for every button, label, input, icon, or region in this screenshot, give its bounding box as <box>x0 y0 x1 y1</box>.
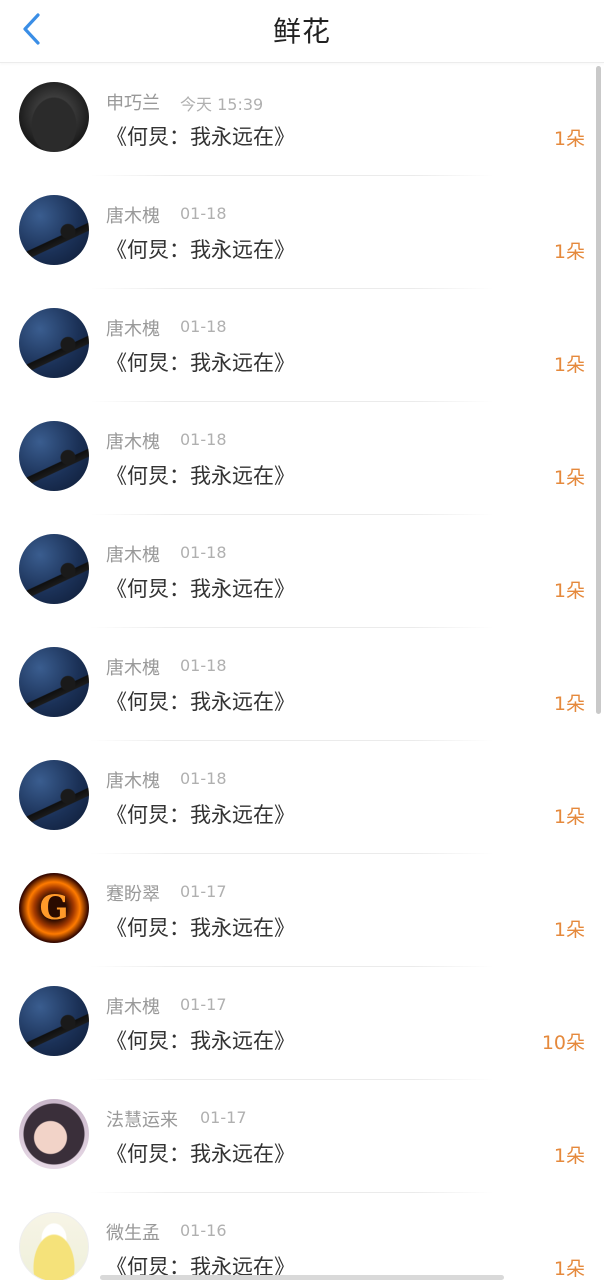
book-title: 《何炅：我永远在》 <box>106 1029 295 1053</box>
timestamp: 01-18 <box>180 769 227 788</box>
avatar[interactable] <box>19 1212 89 1280</box>
timestamp: 01-18 <box>180 656 227 675</box>
avatar[interactable] <box>19 82 89 152</box>
avatar[interactable] <box>19 195 89 265</box>
flower-count: 1朵 <box>553 1258 585 1280</box>
book-title: 《何炅：我永远在》 <box>106 916 295 940</box>
list-item[interactable]: 微生孟 01-16 《何炅：我永远在》 1朵 <box>0 1193 604 1280</box>
avatar[interactable]: G <box>19 873 89 943</box>
list-item[interactable]: 法慧运来 01-17 《何炅：我永远在》 1朵 <box>0 1080 604 1193</box>
timestamp: 01-18 <box>180 430 227 449</box>
list-item[interactable]: 唐木槐 01-18 《何炅：我永远在》 1朵 <box>0 515 604 628</box>
list-item[interactable]: 唐木槐 01-18 《何炅：我永远在》 1朵 <box>0 741 604 854</box>
avatar[interactable] <box>19 308 89 378</box>
user-name: 唐木槐 <box>106 206 160 227</box>
list-item[interactable]: 唐木槐 01-18 《何炅：我永远在》 1朵 <box>0 176 604 289</box>
timestamp: 01-18 <box>180 317 227 336</box>
list-item[interactable]: 唐木槐 01-18 《何炅：我永远在》 1朵 <box>0 628 604 741</box>
list-item[interactable]: 唐木槐 01-18 《何炅：我永远在》 1朵 <box>0 289 604 402</box>
flower-count: 1朵 <box>553 241 585 263</box>
timestamp: 01-16 <box>180 1221 227 1240</box>
book-title: 《何炅：我永远在》 <box>106 803 295 827</box>
book-title: 《何炅：我永远在》 <box>106 690 295 714</box>
scrollbar[interactable] <box>596 66 601 714</box>
book-title: 《何炅：我永远在》 <box>106 577 295 601</box>
user-name: 申巧兰 <box>106 93 160 114</box>
list-item[interactable]: G 蹇盼翠 01-17 《何炅：我永远在》 1朵 <box>0 854 604 967</box>
timestamp: 01-18 <box>180 543 227 562</box>
flower-count: 1朵 <box>553 693 585 715</box>
timestamp: 01-17 <box>180 995 227 1014</box>
avatar[interactable] <box>19 1099 89 1169</box>
list-item[interactable]: 唐木槐 01-18 《何炅：我永远在》 1朵 <box>0 402 604 515</box>
flower-count: 1朵 <box>553 806 585 828</box>
book-title: 《何炅：我永远在》 <box>106 351 295 375</box>
user-name: 唐木槐 <box>106 658 160 679</box>
user-name: 微生孟 <box>106 1223 160 1244</box>
user-name: 唐木槐 <box>106 319 160 340</box>
header-bar: 鲜花 <box>0 0 604 63</box>
avatar[interactable] <box>19 986 89 1056</box>
user-name: 唐木槐 <box>106 432 160 453</box>
timestamp: 今天 15:39 <box>180 95 264 114</box>
timestamp: 01-18 <box>180 204 227 223</box>
avatar[interactable] <box>19 647 89 717</box>
user-name: 唐木槐 <box>106 545 160 566</box>
user-name: 法慧运来 <box>106 1110 178 1131</box>
book-title: 《何炅：我永远在》 <box>106 464 295 488</box>
flower-count: 1朵 <box>553 354 585 376</box>
book-title: 《何炅：我永远在》 <box>106 238 295 262</box>
timestamp: 01-17 <box>180 882 227 901</box>
flower-count: 1朵 <box>553 1145 585 1167</box>
book-title: 《何炅：我永远在》 <box>106 1142 295 1166</box>
timestamp: 01-17 <box>200 1108 247 1127</box>
avatar[interactable] <box>19 534 89 604</box>
avatar[interactable] <box>19 760 89 830</box>
flower-count: 1朵 <box>553 580 585 602</box>
user-name: 蹇盼翠 <box>106 884 160 905</box>
flower-count: 1朵 <box>553 128 585 150</box>
flower-count: 1朵 <box>553 919 585 941</box>
flower-count: 1朵 <box>553 467 585 489</box>
page-title: 鲜花 <box>272 15 331 48</box>
flower-record-list[interactable]: 申巧兰 今天 15:39 《何炅：我永远在》 1朵 唐木槐 01-18 《何炅：我永远在》 1… <box>0 63 604 1280</box>
book-title: 《何炅：我永远在》 <box>106 125 295 149</box>
avatar[interactable] <box>19 421 89 491</box>
home-indicator <box>100 1275 504 1280</box>
flower-count: 10朵 <box>541 1032 585 1054</box>
user-name: 唐木槐 <box>106 771 160 792</box>
user-name: 唐木槐 <box>106 997 160 1018</box>
list-item[interactable]: 申巧兰 今天 15:39 《何炅：我永远在》 1朵 <box>0 63 604 176</box>
list-item[interactable]: 唐木槐 01-17 《何炅：我永远在》 10朵 <box>0 967 604 1080</box>
